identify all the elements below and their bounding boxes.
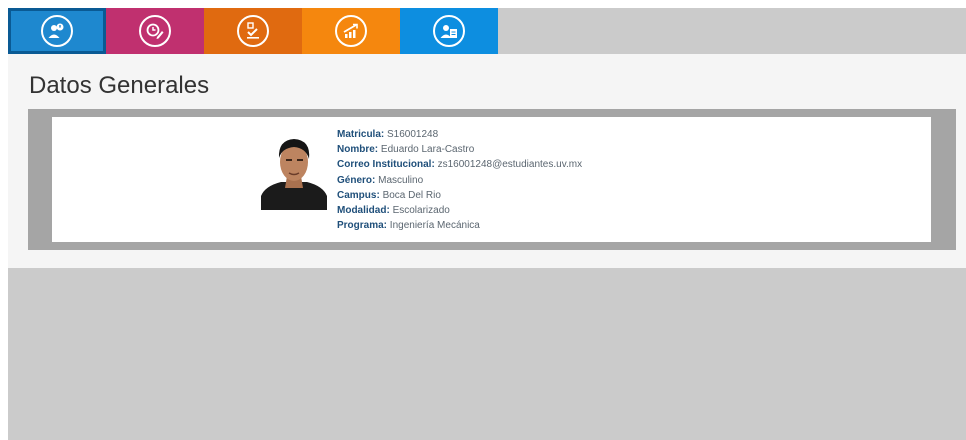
field-label: Nombre: — [337, 144, 379, 156]
field-value: Escolarizado — [392, 205, 450, 217]
growth-chart-icon — [335, 15, 367, 47]
field-genero: Género: Masculino — [337, 173, 582, 188]
page-title: Datos Generales — [29, 72, 210, 99]
field-value: Ingeniería Mecánica — [389, 220, 480, 232]
clock-edit-icon — [139, 15, 171, 47]
field-value: Eduardo Lara-Castro — [380, 144, 475, 156]
field-modalidad: Modalidad: Escolarizado — [337, 203, 582, 218]
field-value: zs16001248@estudiantes.uv.mx — [437, 159, 583, 171]
checklist-icon — [237, 15, 269, 47]
tab-datos-generales[interactable] — [8, 8, 106, 54]
student-info: Matricula: S16001248 Nombre: Eduardo Lar… — [337, 127, 582, 233]
student-card: Matricula: S16001248 Nombre: Eduardo Lar… — [28, 109, 956, 250]
top-navigation — [8, 8, 966, 54]
tab-avance[interactable] — [302, 8, 400, 54]
field-label: Género: — [337, 174, 376, 186]
tab-documentos[interactable] — [400, 8, 498, 54]
field-label: Matricula: — [337, 129, 385, 140]
field-label: Programa: — [337, 220, 388, 232]
field-matricula: Matricula: S16001248 — [337, 127, 582, 142]
app-frame: Datos Generales Matricula: S16001248 Nom… — [8, 8, 966, 440]
main-panel: Datos Generales Matricula: S16001248 Nom… — [8, 54, 966, 268]
field-label: Modalidad: — [337, 205, 390, 217]
field-label: Campus: — [337, 189, 380, 201]
field-value: Masculino — [378, 174, 424, 186]
user-document-icon — [433, 15, 465, 47]
field-correo: Correo Institucional: zs16001248@estudia… — [337, 157, 582, 172]
users-info-icon — [41, 15, 73, 47]
student-card-body: Matricula: S16001248 Nombre: Eduardo Lar… — [52, 117, 931, 242]
field-campus: Campus: Boca Del Rio — [337, 188, 582, 203]
field-programa: Programa: Ingeniería Mecánica — [337, 218, 582, 233]
tab-horario[interactable] — [106, 8, 204, 54]
tab-evaluaciones[interactable] — [204, 8, 302, 54]
field-value: Boca Del Rio — [382, 189, 441, 201]
field-label: Correo Institucional: — [337, 159, 435, 171]
field-nombre: Nombre: Eduardo Lara-Castro — [337, 142, 582, 157]
field-value: S16001248 — [387, 129, 439, 140]
student-photo — [261, 132, 327, 210]
